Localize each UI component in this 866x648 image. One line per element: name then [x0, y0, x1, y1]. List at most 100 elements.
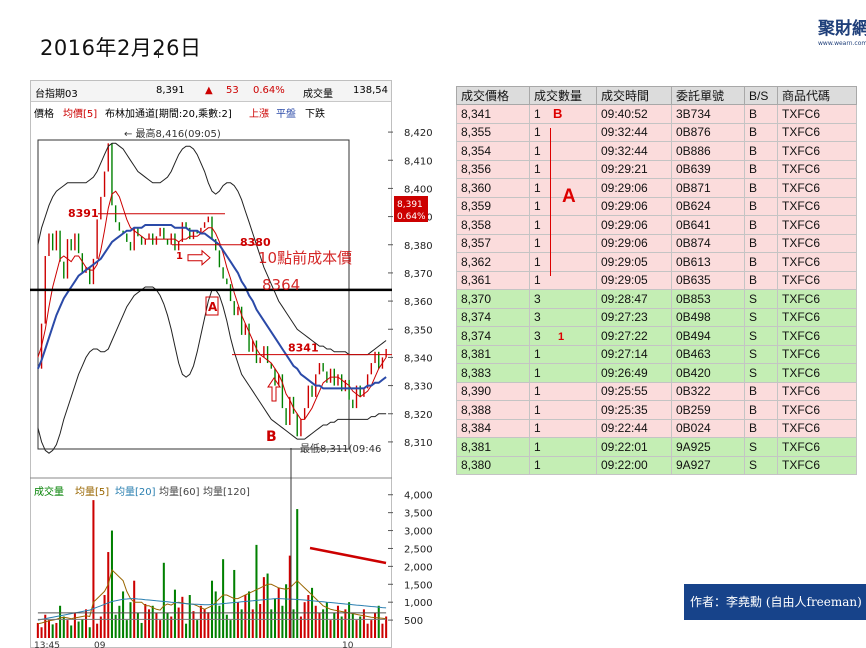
table-annotation-1: 1: [558, 331, 565, 343]
table-cell-bs: B: [744, 270, 778, 290]
volume-legend: 成交量 均量[5] 均量[20] 均量[60] 均量[120]: [31, 483, 391, 498]
table-cell-bs: B: [744, 141, 778, 161]
table-row[interactable]: 8,384 1 09:22:44 0B024 B TXFC6: [456, 418, 857, 438]
legend-vol-ma20: 均量[20]: [115, 487, 156, 498]
table-cell-bs: B: [744, 122, 778, 142]
table-cell-order: 0B639: [671, 159, 745, 179]
table-cell-price: 8,374: [456, 307, 530, 327]
table-cell-order: 0B463: [671, 344, 745, 364]
table-row[interactable]: 8,355 1 09:32:44 0B876 B TXFC6: [456, 122, 857, 142]
table-cell-time: 09:29:05: [596, 252, 672, 272]
table-cell-time: 09:22:00: [596, 455, 672, 475]
table-cell-bs: S: [744, 307, 778, 327]
price-y-tick-label: 8,420: [404, 128, 433, 139]
table-row[interactable]: 8,390 1 09:25:55 0B322 B TXFC6: [456, 381, 857, 401]
table-cell-price: 8,383: [456, 363, 530, 383]
table-row[interactable]: 8,374 3 09:27:22 0B494 S TXFC6: [456, 326, 857, 346]
table-cell-code: TXFC6: [777, 178, 857, 198]
volume-y-tick-label: 4,000: [404, 491, 433, 502]
table-cell-bs: B: [744, 196, 778, 216]
table-row[interactable]: 8,383 1 09:26:49 0B420 S TXFC6: [456, 363, 857, 383]
table-cell-price: 8,341: [456, 104, 530, 124]
table-row[interactable]: 8,358 1 09:29:06 0B641 B TXFC6: [456, 215, 857, 235]
chart-panel: 台指期03 8,391 ▲ 53 0.64% 成交量 138,54 價格 均價[…: [30, 80, 392, 648]
volume-y-tick-label: 500: [404, 616, 423, 627]
table-row[interactable]: 8,360 1 09:29:06 0B871 B TXFC6: [456, 178, 857, 198]
table-cell-qty: 1: [529, 363, 597, 383]
table-cell-bs: B: [744, 104, 778, 124]
legend-volume: 成交量: [34, 487, 64, 498]
price-y-tick-label: 8,400: [404, 184, 433, 195]
price-y-tick-label: 8,390: [404, 213, 433, 224]
table-cell-qty: 3: [529, 307, 597, 327]
table-cell-price: 8,390: [456, 381, 530, 401]
table-row[interactable]: 8,380 1 09:22:00 9A927 S TXFC6: [456, 455, 857, 475]
table-row[interactable]: 8,388 1 09:25:35 0B259 B TXFC6: [456, 400, 857, 420]
legend-ma: 均價[5]: [63, 109, 98, 120]
table-row[interactable]: 8,359 1 09:29:06 0B624 B TXFC6: [456, 196, 857, 216]
column-header[interactable]: 商品代碼: [777, 86, 857, 105]
table-cell-bs: S: [744, 455, 778, 475]
table-cell-order: 0B498: [671, 307, 745, 327]
table-cell-price: 8,381: [456, 437, 530, 457]
column-header[interactable]: B/S: [744, 86, 778, 105]
table-cell-code: TXFC6: [777, 141, 857, 161]
volume-label: 成交量: [303, 89, 333, 100]
table-cell-price: 8,374: [456, 326, 530, 346]
price-change-pct: 0.64%: [253, 85, 285, 96]
table-row[interactable]: 8,381 1 09:22:01 9A925 S TXFC6: [456, 437, 857, 457]
table-row[interactable]: 8,362 1 09:29:05 0B613 B TXFC6: [456, 252, 857, 272]
legend-up: 上漲: [249, 109, 269, 120]
column-header[interactable]: 委託單號: [671, 86, 745, 105]
table-cell-time: 09:25:35: [596, 400, 672, 420]
column-header[interactable]: 成交時間: [596, 86, 672, 105]
column-header[interactable]: 成交價格: [456, 86, 530, 105]
table-cell-order: 0B494: [671, 326, 745, 346]
table-cell-order: 0B853: [671, 289, 745, 309]
table-body: 8,341 1 09:40:52 3B734 B TXFC6 8,355 1 09:32:44 0…: [456, 104, 857, 475]
table-cell-price: 8,380: [456, 455, 530, 475]
table-cell-code: TXFC6: [777, 270, 857, 290]
table-cell-time: 09:32:44: [596, 122, 672, 142]
table-cell-order: 0B624: [671, 196, 745, 216]
table-cell-qty: 1: [529, 122, 597, 142]
table-cell-qty: 1: [529, 233, 597, 253]
table-cell-price: 8,357: [456, 233, 530, 253]
price-y-tick-label: 8,370: [404, 269, 433, 280]
table-cell-bs: B: [744, 215, 778, 235]
table-row[interactable]: 8,381 1 09:27:14 0B463 S TXFC6: [456, 344, 857, 364]
table-cell-code: TXFC6: [777, 196, 857, 216]
table-row[interactable]: 8,374 3 09:27:23 0B498 S TXFC6: [456, 307, 857, 327]
table-cell-code: TXFC6: [777, 363, 857, 383]
column-header[interactable]: 成交數量: [529, 86, 597, 105]
table-cell-bs: B: [744, 159, 778, 179]
table-row[interactable]: 8,361 1 09:29:05 0B635 B TXFC6: [456, 270, 857, 290]
table-cell-code: TXFC6: [777, 252, 857, 272]
table-cell-time: 09:32:44: [596, 141, 672, 161]
table-row[interactable]: 8,354 1 09:32:44 0B886 B TXFC6: [456, 141, 857, 161]
table-header-row: 成交價格 成交數量 成交時間 委託單號 B/S 商品代碼: [456, 86, 857, 105]
table-cell-qty: 1: [529, 418, 597, 438]
table-cell-price: 8,355: [456, 122, 530, 142]
table-cell-time: 09:29:06: [596, 215, 672, 235]
table-annotation-b: B: [553, 106, 563, 121]
table-cell-order: 0B024: [671, 418, 745, 438]
table-row[interactable]: 8,356 1 09:29:21 0B639 B TXFC6: [456, 159, 857, 179]
legend-price: 價格: [34, 109, 54, 120]
table-cell-code: TXFC6: [777, 233, 857, 253]
table-cell-qty: 1: [529, 104, 597, 124]
table-cell-code: TXFC6: [777, 437, 857, 457]
table-cell-order: 0B259: [671, 400, 745, 420]
table-row[interactable]: 8,357 1 09:29:06 0B874 B TXFC6: [456, 233, 857, 253]
table-cell-qty: 1: [529, 344, 597, 364]
table-row[interactable]: 8,341 1 09:40:52 3B734 B TXFC6: [456, 104, 857, 124]
table-cell-time: 09:40:52: [596, 104, 672, 124]
table-cell-qty: 1: [529, 159, 597, 179]
table-cell-order: 0B641: [671, 215, 745, 235]
table-cell-order: 0B635: [671, 270, 745, 290]
price-y-tick-label: 8,380: [404, 241, 433, 252]
table-row[interactable]: 8,370 3 09:28:47 0B853 S TXFC6: [456, 289, 857, 309]
legend-down: 下跌: [305, 109, 325, 120]
table-cell-qty: 1: [529, 437, 597, 457]
table-cell-time: 09:29:21: [596, 159, 672, 179]
